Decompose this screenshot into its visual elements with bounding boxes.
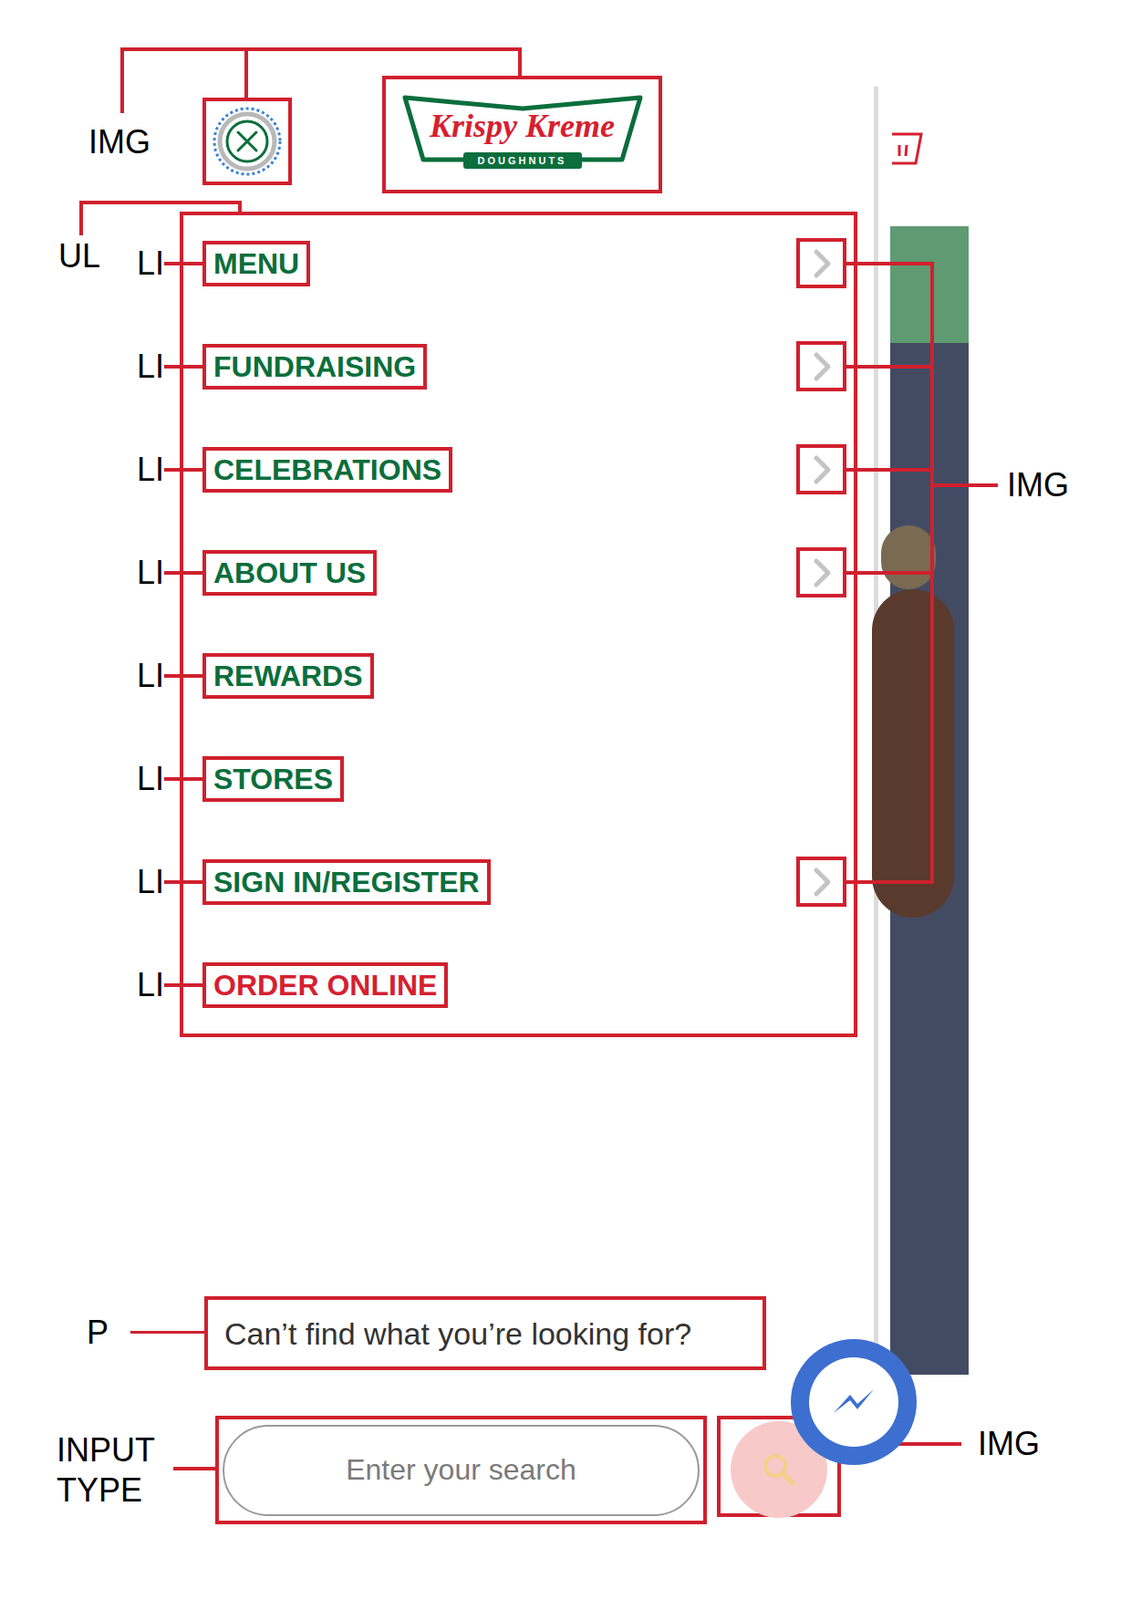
connector bbox=[79, 200, 242, 205]
annotation-label: LI bbox=[127, 760, 165, 798]
chevron-button[interactable] bbox=[796, 341, 847, 392]
background-page bbox=[890, 81, 969, 1375]
list-outline bbox=[179, 211, 858, 1038]
help-text-box: Can’t find what you’re looking for? bbox=[204, 1296, 767, 1370]
connector bbox=[164, 467, 203, 472]
connector bbox=[164, 570, 203, 575]
chevron-right-icon bbox=[808, 453, 836, 487]
annotation-label: LI bbox=[127, 245, 165, 282]
search-input[interactable] bbox=[222, 1424, 700, 1516]
connector bbox=[238, 200, 242, 214]
logo-tagline: DOUGHNUTS bbox=[463, 152, 582, 169]
annotation-label: IMG bbox=[88, 124, 151, 161]
menu-row[interactable]: LI ORDER ONLINE bbox=[127, 933, 858, 1037]
chevron-button[interactable] bbox=[796, 238, 847, 289]
annotation-label: IMG bbox=[977, 1425, 1040, 1463]
annotation-label: LI bbox=[127, 863, 165, 901]
menu-list: LI MENU LI FUNDRAISING LI CELEBRATIONS LI ABOUT… bbox=[127, 211, 858, 1037]
connector bbox=[164, 983, 203, 987]
menu-row[interactable]: LI STORES bbox=[127, 726, 858, 831]
annotation-label: P bbox=[86, 1314, 109, 1351]
photo bbox=[890, 342, 969, 1375]
help-text: Can’t find what you’re looking for? bbox=[224, 1315, 692, 1352]
chevron-button[interactable] bbox=[796, 444, 847, 495]
magnifier-icon bbox=[758, 1449, 799, 1490]
menu-row[interactable]: LI SIGN IN/REGISTER bbox=[127, 830, 858, 934]
menu-row[interactable]: LI REWARDS bbox=[127, 623, 858, 727]
connector bbox=[164, 261, 203, 266]
annotation-label: LI bbox=[127, 657, 165, 695]
connector bbox=[846, 880, 934, 884]
messenger-inner bbox=[809, 1357, 899, 1447]
annotation-label: IMG bbox=[1006, 466, 1069, 504]
connector bbox=[930, 483, 998, 488]
menu-item[interactable]: REWARDS bbox=[202, 653, 374, 699]
connector bbox=[518, 47, 522, 77]
menu-item[interactable]: FUNDRAISING bbox=[202, 343, 427, 390]
logo-script: Krispy Kreme bbox=[399, 106, 646, 146]
menu-item[interactable]: CELEBRATIONS bbox=[202, 446, 453, 493]
annotation-label: LI bbox=[127, 966, 165, 1004]
menu-item[interactable]: ORDER ONLINE bbox=[202, 962, 448, 1008]
connector bbox=[164, 880, 203, 884]
close-icon bbox=[210, 104, 284, 178]
logo-mark: Krispy Kreme DOUGHNUTS bbox=[399, 88, 646, 180]
search-field-box bbox=[215, 1415, 707, 1525]
messenger-icon bbox=[824, 1372, 883, 1432]
basket-icon bbox=[890, 126, 925, 167]
connector bbox=[120, 47, 125, 114]
menu-row[interactable]: LI FUNDRAISING bbox=[127, 314, 858, 418]
green-band bbox=[890, 226, 969, 343]
connector bbox=[164, 777, 203, 781]
annotation-label: UL bbox=[58, 238, 101, 275]
chevron-button[interactable] bbox=[796, 856, 847, 907]
messenger-button[interactable] bbox=[790, 1338, 917, 1465]
logo[interactable]: Krispy Kreme DOUGHNUTS bbox=[382, 75, 663, 194]
menu-item[interactable]: MENU bbox=[202, 240, 311, 287]
chevron-right-icon bbox=[808, 247, 836, 281]
close-button[interactable] bbox=[202, 97, 292, 186]
menu-item[interactable]: ABOUT US bbox=[202, 549, 377, 596]
connector bbox=[164, 674, 203, 678]
annotation-label: LI bbox=[127, 451, 165, 488]
annotated-diagram: IMG Krispy Kreme DOUGHNUTS UL LI MENU LI FU… bbox=[0, 0, 1131, 1600]
connector bbox=[846, 261, 934, 266]
connector bbox=[846, 570, 934, 575]
connector bbox=[244, 47, 249, 99]
annotation-label: LI bbox=[127, 554, 165, 592]
page-header bbox=[890, 81, 969, 227]
connector bbox=[79, 200, 84, 236]
menu-row[interactable]: LI MENU bbox=[127, 211, 858, 315]
connector bbox=[120, 47, 522, 52]
menu-row[interactable]: LI ABOUT US bbox=[127, 520, 858, 624]
chevron-right-icon bbox=[808, 865, 836, 899]
annotation-label: INPUT TYPE bbox=[56, 1430, 168, 1511]
connector bbox=[173, 1466, 216, 1471]
annotation-label: LI bbox=[127, 348, 165, 385]
menu-item[interactable]: SIGN IN/REGISTER bbox=[202, 859, 491, 905]
connector bbox=[164, 364, 203, 369]
connector bbox=[130, 1330, 205, 1334]
chevron-button[interactable] bbox=[796, 547, 847, 598]
connector bbox=[846, 364, 934, 369]
connector bbox=[930, 261, 934, 884]
menu-item[interactable]: STORES bbox=[202, 756, 344, 802]
chevron-right-icon bbox=[808, 556, 836, 590]
menu-row[interactable]: LI CELEBRATIONS bbox=[127, 417, 858, 521]
chevron-right-icon bbox=[808, 350, 836, 384]
connector bbox=[846, 467, 934, 472]
